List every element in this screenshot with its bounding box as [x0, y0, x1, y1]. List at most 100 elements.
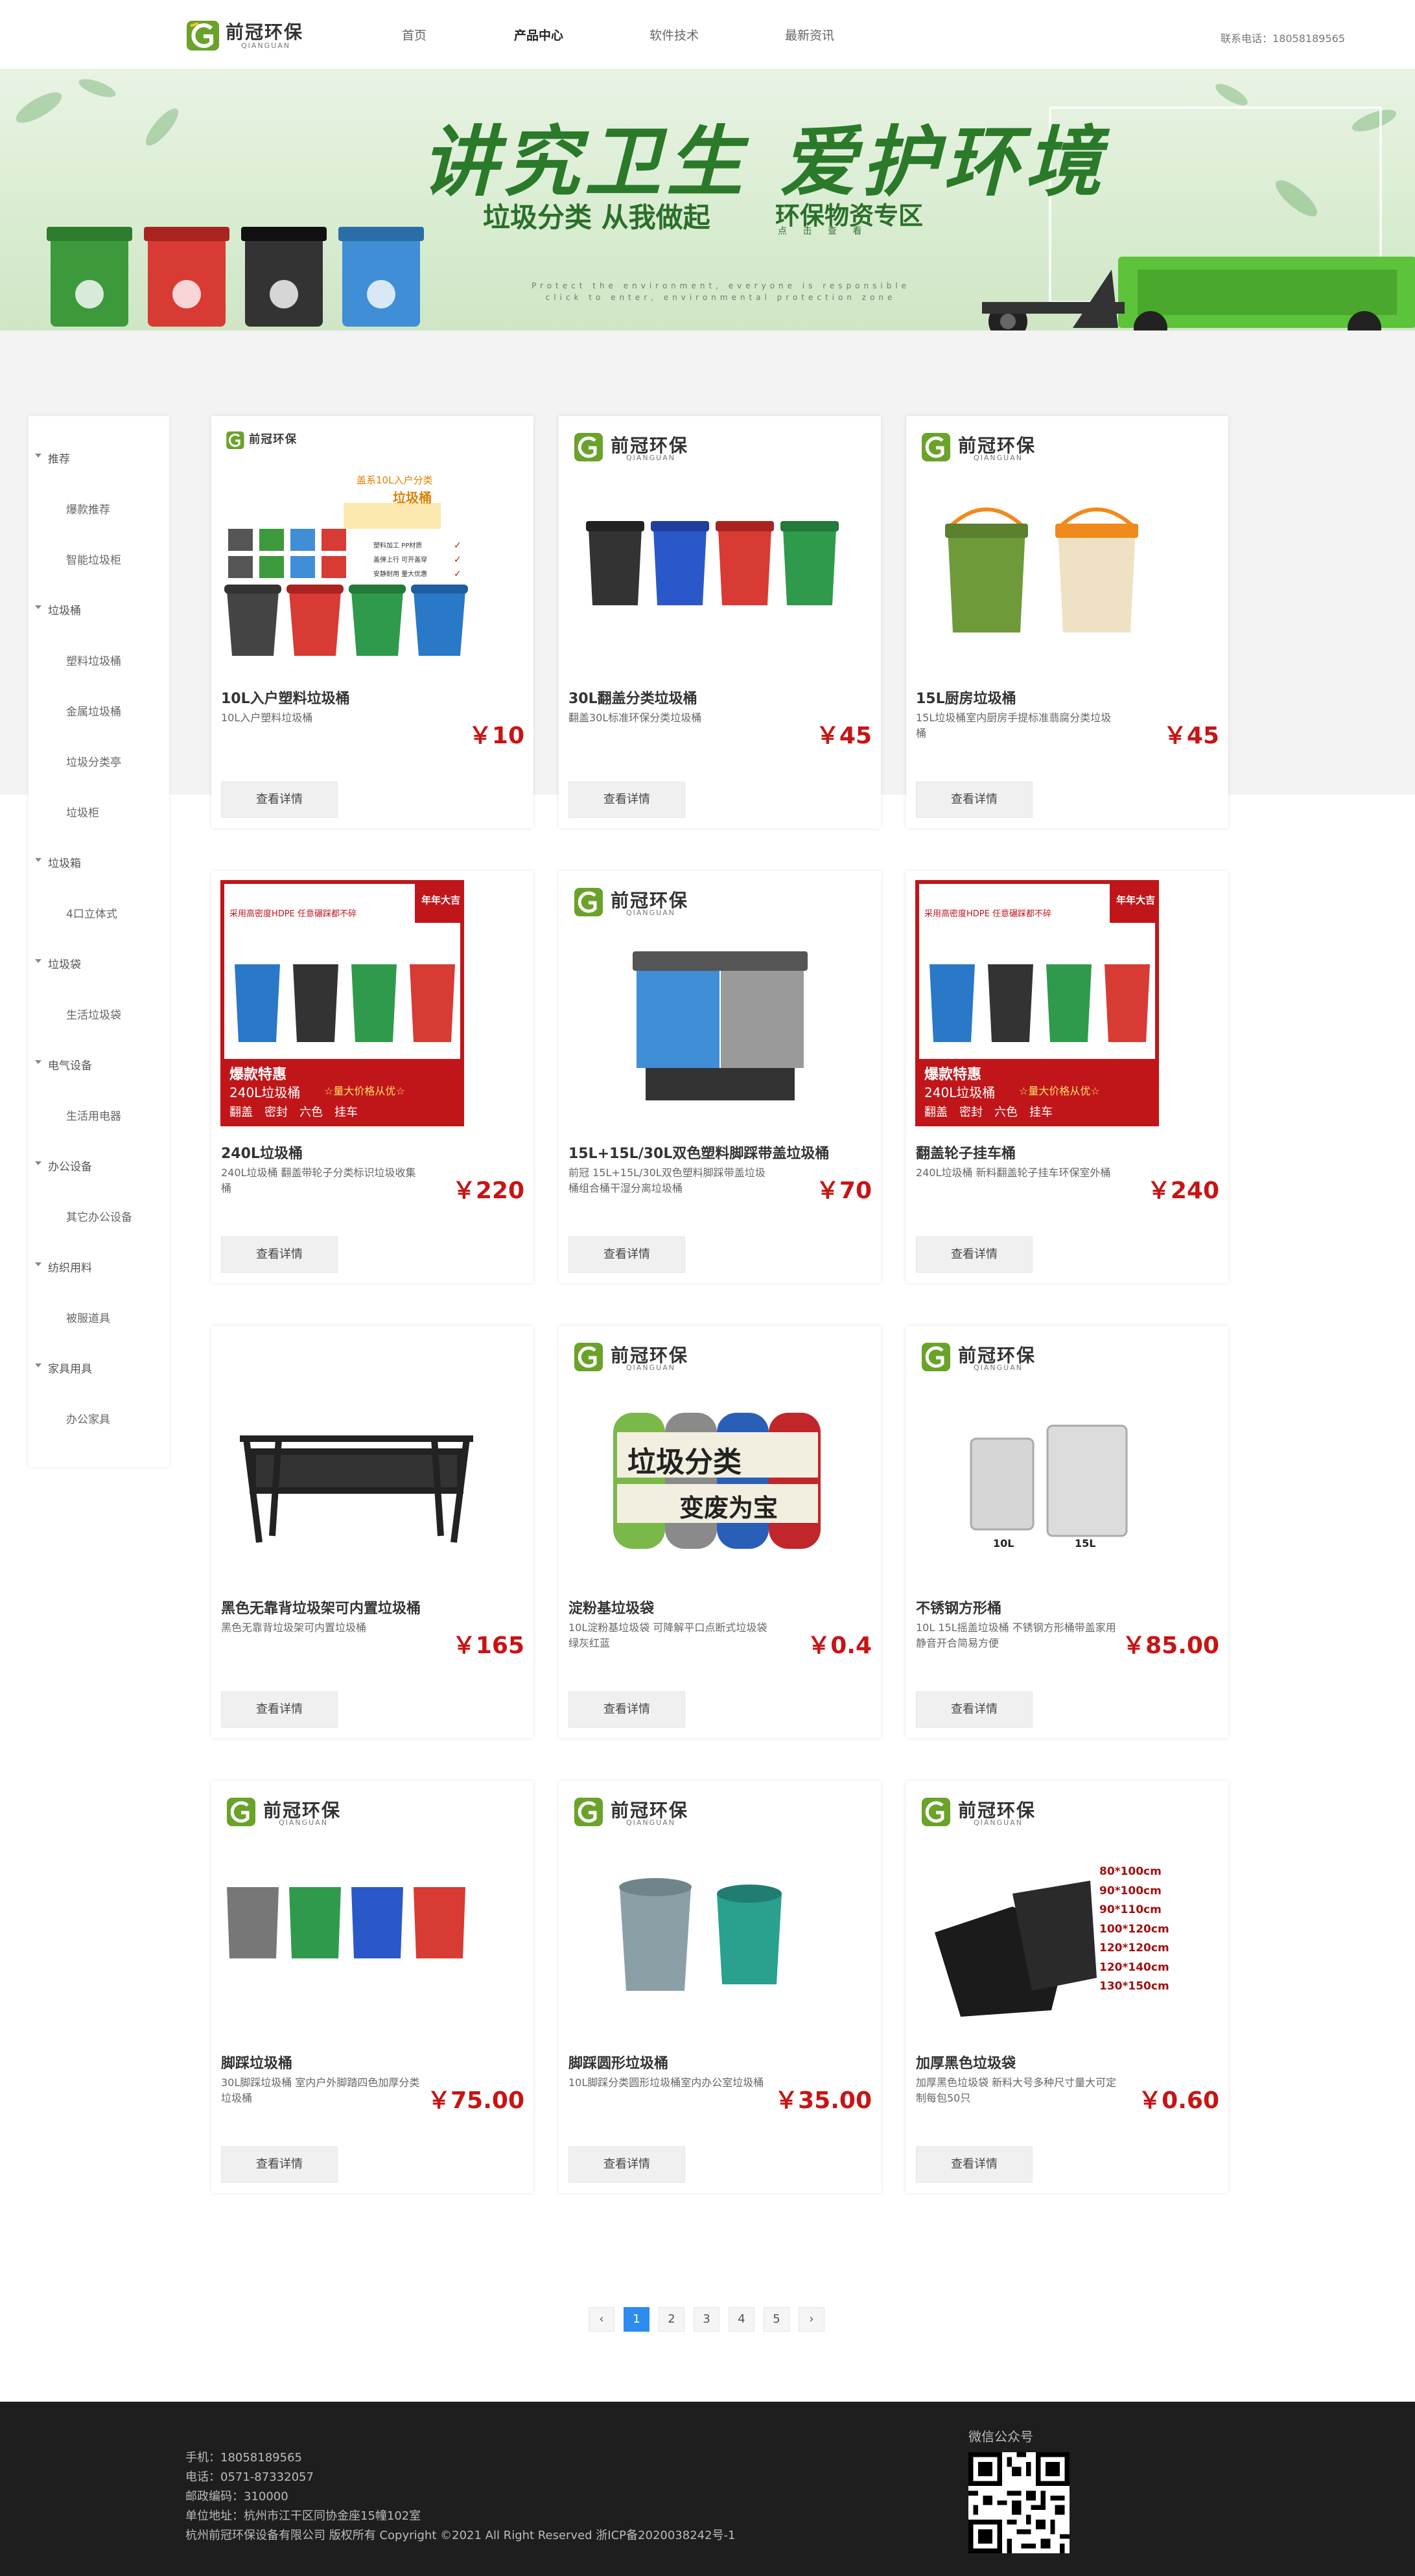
sidebar-item-household-bags[interactable]: 生活垃圾袋 [66, 1006, 121, 1022]
image-feature: 塑料加工 PP材质 [373, 542, 423, 550]
sidebar-item-plastic-bin[interactable]: 塑料垃圾桶 [66, 652, 121, 668]
product-price: ￥75.00 [427, 2087, 524, 2114]
product-name[interactable]: 脚踩圆形垃圾桶 [568, 2052, 668, 2072]
image-size-list: 80*100cm 90*100cm 90*110cm 100*120cm 120… [1099, 1862, 1169, 1997]
product-name[interactable]: 10L入户塑料垃圾桶 [221, 687, 350, 708]
product-description: 240L垃圾桶 新料翻盖轮子挂车环保室外桶 [916, 1166, 1111, 1179]
nav-home[interactable]: 首页 [402, 26, 427, 43]
view-details-button[interactable]: 查看详情 [221, 1236, 338, 1273]
view-details-button[interactable]: 查看详情 [568, 782, 685, 818]
nav-software[interactable]: 软件技术 [649, 26, 699, 43]
product-image[interactable]: ✓ ✓ ✓ 前冠环保 盖系10L入户分类 垃圾桶 塑料加工 PP材质 盖弹上行 可开… [220, 425, 524, 671]
product-image[interactable]: 前冠环保 QIANGUAN 10L 15L [915, 1335, 1219, 1581]
view-details-button[interactable]: 查看详情 [916, 1691, 1033, 1728]
site-logo[interactable]: 前冠环保 QIANGUAN [185, 16, 302, 53]
brand-subtext: QIANGUAN [974, 1363, 1023, 1372]
sidebar-item-bedding[interactable]: 被服道具 [66, 1309, 110, 1325]
sidebar-item-smart-cabinet[interactable]: 智能垃圾柜 [66, 551, 121, 567]
sidebar-category-bags[interactable]: 垃圾袋 [35, 955, 81, 971]
view-details-button[interactable]: 查看详情 [568, 1691, 685, 1728]
product-name[interactable]: 翻盖轮子挂车桶 [916, 1142, 1016, 1163]
sidebar-item-other-office[interactable]: 其它办公设备 [66, 1208, 132, 1224]
product-price: ￥35.00 [775, 2087, 872, 2114]
sidebar-item-4-port[interactable]: 4口立体式 [66, 905, 117, 921]
image-badge: 年年大吉 [1116, 894, 1156, 906]
product-name[interactable]: 30L翻盖分类垃圾桶 [568, 687, 697, 708]
product-card[interactable]: 前冠环保 QIANGUAN 15L厨房垃圾桶 15L垃圾桶室内厨房手提标准翡腐分… [906, 416, 1228, 828]
product-image[interactable]: 前冠环保 QIANGUAN [220, 1790, 524, 2036]
product-name[interactable]: 黑色无靠背垃圾架可内置垃圾桶 [221, 1597, 421, 1618]
product-name[interactable]: 15L+15L/30L双色塑料脚踩带盖垃圾桶 [568, 1142, 829, 1163]
product-card[interactable]: ✓ ✓ ✓ 前冠环保 盖系10L入户分类 垃圾桶 塑料加工 PP材质 盖弹上行 可开… [211, 416, 533, 828]
hero-banner[interactable]: 讲究卫生 爱护环境 垃圾分类 从我做起 环保物资专区 点 击 查 看 Prote… [0, 69, 1415, 331]
page-2-button[interactable]: 2 [659, 2307, 684, 2332]
view-details-button[interactable]: 查看详情 [916, 2146, 1033, 2183]
product-name[interactable]: 不锈钢方形桶 [916, 1597, 1001, 1618]
product-image[interactable]: 前冠环保 QIANGUAN [568, 425, 872, 671]
view-details-button[interactable]: 查看详情 [916, 1236, 1033, 1273]
footer-copyright[interactable]: 杭州前冠环保设备有限公司 版权所有 Copyright ©2021 All Ri… [185, 2526, 736, 2543]
product-card[interactable]: 前冠环保 QIANGUAN 10L 15L 不锈钢方形桶 10L 15L摇盖垃圾… [906, 1326, 1228, 1738]
page-3-button[interactable]: 3 [694, 2307, 719, 2332]
sidebar-category-recommend[interactable]: 推荐 [35, 450, 70, 466]
sidebar-category-textile[interactable]: 纺织用料 [35, 1259, 92, 1275]
sidebar-item-metal-bin[interactable]: 金属垃圾桶 [66, 702, 121, 719]
banner-click-hint: 点 击 查 看 [778, 226, 869, 237]
sidebar-category-label: 办公设备 [48, 1161, 92, 1174]
product-card[interactable]: 前冠环保 QIANGUAN 垃圾分类 变废为宝 淀粉基垃圾袋 10L淀粉基垃圾袋… [559, 1326, 881, 1738]
product-card[interactable]: 前冠环保 QIANGUAN 30L翻盖分类垃圾桶 翻盖30L标准环保分类垃圾桶 … [559, 416, 881, 828]
product-price: ￥165 [452, 1632, 524, 1659]
product-price: ￥45 [815, 723, 872, 749]
product-card[interactable]: 前冠环保 QIANGUAN 脚踩圆形垃圾桶 10L脚踩分类圆形垃圾桶室内办公室垃… [559, 1781, 881, 2193]
view-details-button[interactable]: 查看详情 [221, 2146, 338, 2183]
page-5-button[interactable]: 5 [764, 2307, 789, 2332]
next-page-button[interactable]: › [799, 2307, 824, 2332]
product-name[interactable]: 加厚黑色垃圾袋 [916, 2052, 1016, 2072]
sidebar-item-appliances[interactable]: 生活用电器 [66, 1107, 121, 1123]
product-name[interactable]: 淀粉基垃圾袋 [568, 1597, 654, 1618]
product-card[interactable]: 年年大吉 采用高密度HDPE 任意碾踩都不碎 爆款特惠 240L垃圾桶 ☆量大价… [211, 871, 533, 1283]
sidebar-item-office-furniture[interactable]: 办公家具 [66, 1410, 110, 1426]
logo-icon [574, 1343, 603, 1371]
product-image[interactable] [220, 1335, 524, 1581]
product-image[interactable]: 前冠环保 QIANGUAN [568, 880, 872, 1126]
view-details-button[interactable]: 查看详情 [221, 1691, 338, 1728]
product-image[interactable]: 前冠环保 QIANGUAN [568, 1790, 872, 2036]
view-details-button[interactable]: 查看详情 [568, 2146, 685, 2183]
nav-news[interactable]: 最新资讯 [785, 26, 834, 43]
sidebar-category-furniture[interactable]: 家具用具 [35, 1360, 92, 1376]
sidebar-category-office[interactable]: 办公设备 [35, 1157, 92, 1174]
product-card[interactable]: 前冠环保 QIANGUAN 脚踩垃圾桶 30L脚踩垃圾桶 室内户外脚踏四色加厚分… [211, 1781, 533, 2193]
product-image[interactable]: 年年大吉 采用高密度HDPE 任意碾踩都不碎 爆款特惠 240L垃圾桶 ☆量大价… [915, 880, 1219, 1126]
sidebar-category-boxes[interactable]: 垃圾箱 [35, 854, 81, 870]
view-details-button[interactable]: 查看详情 [916, 782, 1033, 818]
product-image[interactable]: 前冠环保 QIANGUAN 80*100cm 90*100cm 90*110cm… [915, 1790, 1219, 2036]
image-label: 10L [993, 1537, 1014, 1549]
product-image[interactable]: 前冠环保 QIANGUAN [915, 425, 1219, 671]
product-name[interactable]: 240L垃圾桶 [221, 1142, 303, 1163]
wechat-qr-code-icon [968, 2452, 1070, 2553]
product-card[interactable]: 前冠环保 QIANGUAN 80*100cm 90*100cm 90*110cm… [906, 1781, 1228, 2193]
view-details-button[interactable]: 查看详情 [568, 1236, 685, 1273]
sidebar-item-sort-kiosk[interactable]: 垃圾分类亭 [66, 753, 121, 769]
product-card[interactable]: 年年大吉 采用高密度HDPE 任意碾踩都不碎 爆款特惠 240L垃圾桶 ☆量大价… [906, 871, 1228, 1283]
product-price: ￥85.00 [1122, 1632, 1219, 1659]
product-image[interactable]: 前冠环保 QIANGUAN 垃圾分类 变废为宝 [568, 1335, 872, 1581]
product-card[interactable]: 黑色无靠背垃圾架可内置垃圾桶 黑色无靠背垃圾架可内置垃圾桶 ￥165 查看详情 [211, 1326, 533, 1738]
sidebar-category-bins[interactable]: 垃圾桶 [35, 601, 81, 618]
product-card[interactable]: 前冠环保 QIANGUAN 15L+15L/30L双色塑料脚踩带盖垃圾桶 前冠 … [559, 871, 881, 1283]
svg-text:✓: ✓ [454, 540, 462, 551]
page-1-button[interactable]: 1 [624, 2307, 649, 2332]
prev-page-button[interactable]: ‹ [589, 2307, 614, 2332]
logo-subtext: QIANGUAN [241, 41, 290, 50]
page-4-button[interactable]: 4 [729, 2307, 754, 2332]
nav-products[interactable]: 产品中心 [514, 26, 563, 43]
product-image[interactable]: 年年大吉 采用高密度HDPE 任意碾踩都不碎 爆款特惠 240L垃圾桶 ☆量大价… [220, 880, 524, 1126]
sidebar-item-cabinet[interactable]: 垃圾柜 [66, 804, 99, 820]
sidebar-item-hot[interactable]: 爆款推荐 [66, 500, 110, 516]
sidebar-category-electrical[interactable]: 电气设备 [35, 1056, 92, 1073]
product-name[interactable]: 15L厨房垃圾桶 [916, 687, 1016, 708]
view-details-button[interactable]: 查看详情 [221, 782, 338, 818]
image-tag: 六色 [299, 1106, 323, 1119]
product-name[interactable]: 脚踩垃圾桶 [221, 2052, 292, 2072]
